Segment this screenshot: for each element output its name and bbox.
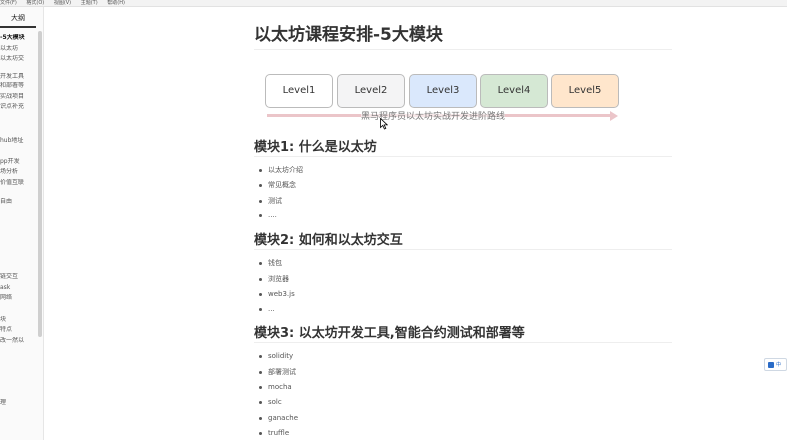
list-item: 钱包 [259, 258, 282, 268]
menu-theme[interactable]: 主题(T) [81, 0, 98, 6]
section-heading-1: 模块1: 什么是以太坊 [254, 140, 377, 155]
outline-item[interactable]: 开发工具 [0, 73, 37, 81]
list-item: 测试 [259, 196, 282, 206]
outline-item[interactable]: pp开发 [0, 158, 37, 166]
outline-item[interactable]: 以太坊 [0, 45, 37, 53]
list-item: web3.js [259, 290, 295, 298]
outline-item[interactable]: ask [0, 284, 37, 292]
level-box-3: Level3 [409, 74, 477, 108]
outline-item[interactable]: 实战项目 [0, 93, 37, 101]
sidebar-scrollbar[interactable] [38, 31, 42, 337]
list-item: 浏览器 [259, 274, 289, 284]
section-divider [254, 156, 672, 157]
outline-item[interactable]: 和部署等 [0, 82, 37, 90]
menu-bar: 文件(F) 格式(O) 视图(V) 主题(T) 帮助(H) [0, 0, 787, 7]
outline-item[interactable]: 以太坊交 [0, 55, 37, 63]
section-heading-2: 模块2: 如何和以太坊交互 [254, 233, 403, 248]
menu-view[interactable]: 视图(V) [54, 0, 71, 6]
list-item: 部署测试 [259, 367, 296, 377]
outline-item[interactable]: -5大模块 [0, 34, 37, 42]
ime-label: 中 [776, 362, 782, 368]
outline-sidebar: 大纲 -5大模块 以太坊 以太坊交 开发工具 和部署等 实战项目 识点补充 hu… [0, 7, 44, 440]
list-item: ganache [259, 414, 298, 422]
list-item: mocha [259, 383, 292, 391]
arrow-head-icon [610, 111, 618, 121]
level-box-1: Level1 [265, 74, 333, 108]
menu-file[interactable]: 文件(F) [0, 0, 17, 6]
mouse-cursor-icon [380, 118, 388, 130]
level-box-4: Level4 [480, 74, 548, 108]
list-item: solc [259, 398, 282, 406]
outline-tab[interactable]: 大纲 [0, 10, 36, 28]
outline-item[interactable]: hub地址 [0, 137, 37, 145]
level-box-5: Level5 [551, 74, 619, 108]
list-item: truffle [259, 429, 289, 437]
section-divider [254, 249, 672, 250]
input-method-widget[interactable]: 中 [764, 358, 787, 371]
ime-logo-icon [768, 362, 774, 368]
list-item: 以太坊介绍 [259, 165, 303, 175]
outline-item[interactable]: 自由 [0, 198, 37, 206]
outline-item[interactable]: 链交互 [0, 273, 37, 281]
level-box-2: Level2 [337, 74, 405, 108]
section-divider [254, 342, 672, 343]
outline-item[interactable]: 场分析 [0, 168, 37, 176]
title-divider [254, 49, 672, 50]
list-item: solidity [259, 352, 293, 360]
menu-help[interactable]: 帮助(H) [107, 0, 125, 6]
list-item: ... [259, 305, 275, 313]
outline-item[interactable]: 识点补充 [0, 103, 37, 111]
outline-item[interactable]: 块 [0, 316, 37, 324]
outline-item[interactable]: 网络 [0, 294, 37, 302]
list-item: .... [259, 211, 277, 219]
menu-format[interactable]: 格式(O) [26, 0, 44, 6]
page-title: 以太坊课程安排-5大模块 [254, 25, 443, 45]
section-heading-3: 模块3: 以太坊开发工具,智能合约测试和部署等 [254, 326, 525, 341]
document-editor[interactable]: 以太坊课程安排-5大模块 Level1 Level2 Level3 Level4… [44, 7, 787, 440]
outline-item[interactable]: 理 [0, 399, 37, 407]
outline-item[interactable]: 价值互联 [0, 179, 37, 187]
outline-item[interactable]: 改一然以 [0, 337, 37, 345]
outline-item[interactable]: 特点 [0, 326, 37, 334]
list-item: 常见概念 [259, 180, 296, 190]
